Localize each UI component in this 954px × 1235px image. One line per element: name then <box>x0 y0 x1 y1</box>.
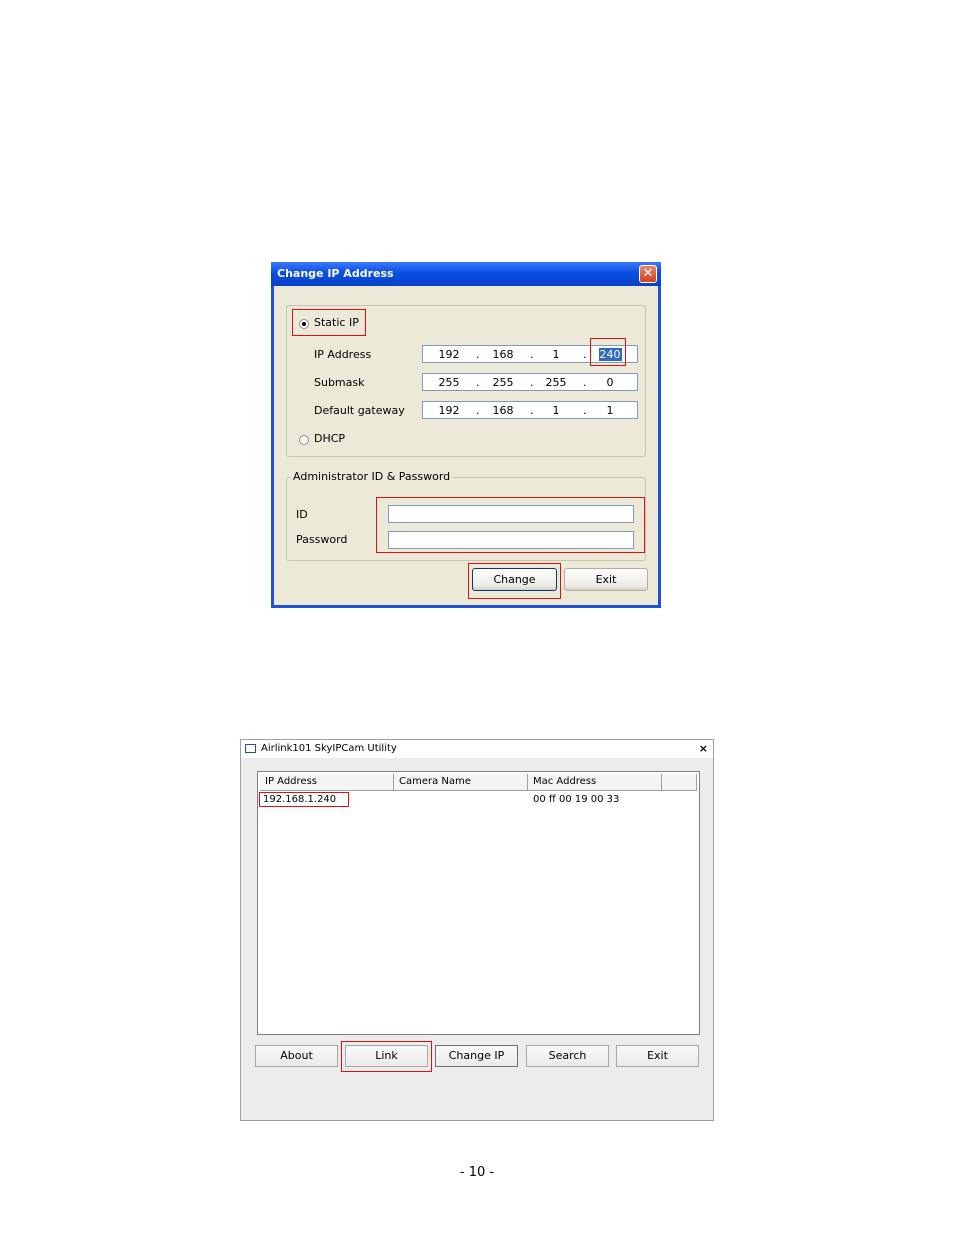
exit-button[interactable]: Exit <box>616 1045 699 1067</box>
dhcp-label: DHCP <box>314 432 346 445</box>
dhcp-radio[interactable] <box>299 435 309 445</box>
highlight-link-button <box>341 1041 432 1072</box>
gateway-label: Default gateway <box>314 404 405 417</box>
row-mac: 00 ff 00 19 00 33 <box>533 794 620 805</box>
column-header-ip[interactable]: IP Address <box>260 774 394 791</box>
column-header-mac[interactable]: Mac Address <box>528 774 662 791</box>
submask-field[interactable]: 255 . 255 . 255 . 0 <box>422 373 638 391</box>
gateway-octet-2: 168 <box>492 404 514 417</box>
highlight-change-button <box>468 563 561 599</box>
column-header-camera-name[interactable]: Camera Name <box>394 774 528 791</box>
gateway-field[interactable]: 192 . 168 . 1 . 1 <box>422 401 638 419</box>
dialog-title-bar: Change IP Address ✕ <box>271 262 661 286</box>
ip-octet-2: 168 <box>492 348 514 361</box>
dialog-title: Change IP Address <box>277 267 394 280</box>
gateway-octet-4: 1 <box>606 404 614 417</box>
submask-octet-1: 255 <box>438 376 460 389</box>
close-icon[interactable]: × <box>699 740 708 758</box>
dialog-body: Static IP IP Address 192 . 168 . 1 . 240… <box>274 286 658 605</box>
gateway-octet-3: 1 <box>552 404 560 417</box>
submask-octet-3: 255 <box>545 376 567 389</box>
change-ip-dialog: Change IP Address ✕ Static IP IP Address… <box>271 262 661 608</box>
ip-dot: . <box>530 348 534 361</box>
about-button[interactable]: About <box>255 1045 338 1067</box>
ip-octet-1: 192 <box>438 348 460 361</box>
ip-dot: . <box>583 348 587 361</box>
highlight-ip-last-octet <box>590 338 626 366</box>
close-icon[interactable]: ✕ <box>639 265 657 283</box>
utility-title-bar: Airlink101 SkyIPCam Utility × <box>241 740 713 758</box>
gateway-dot: . <box>476 404 480 417</box>
admin-group-legend: Administrator ID & Password <box>291 470 453 483</box>
submask-octet-4: 0 <box>606 376 614 389</box>
highlight-ip-row <box>259 792 349 807</box>
window-icon <box>245 744 256 753</box>
password-label: Password <box>296 533 348 546</box>
gateway-octet-1: 192 <box>438 404 460 417</box>
submask-dot: . <box>476 376 480 389</box>
exit-button[interactable]: Exit <box>564 568 648 591</box>
column-header-filler <box>662 774 697 791</box>
submask-dot: . <box>583 376 587 389</box>
ip-address-label: IP Address <box>314 348 372 361</box>
submask-dot: . <box>530 376 534 389</box>
utility-window: Airlink101 SkyIPCam Utility × IP Address… <box>240 739 714 1121</box>
submask-octet-2: 255 <box>492 376 514 389</box>
page-number: - 10 - <box>459 1165 495 1180</box>
search-button[interactable]: Search <box>526 1045 609 1067</box>
gateway-dot: . <box>583 404 587 417</box>
submask-label: Submask <box>314 376 365 389</box>
utility-title: Airlink101 SkyIPCam Utility <box>261 743 397 754</box>
ip-dot: . <box>476 348 480 361</box>
id-label: ID <box>296 508 308 521</box>
highlight-static-ip <box>292 309 366 336</box>
ip-octet-3: 1 <box>552 348 560 361</box>
camera-list[interactable]: IP Address Camera Name Mac Address 192.1… <box>257 771 700 1035</box>
highlight-credentials <box>376 497 645 553</box>
change-ip-button[interactable]: Change IP <box>435 1045 518 1067</box>
gateway-dot: . <box>530 404 534 417</box>
